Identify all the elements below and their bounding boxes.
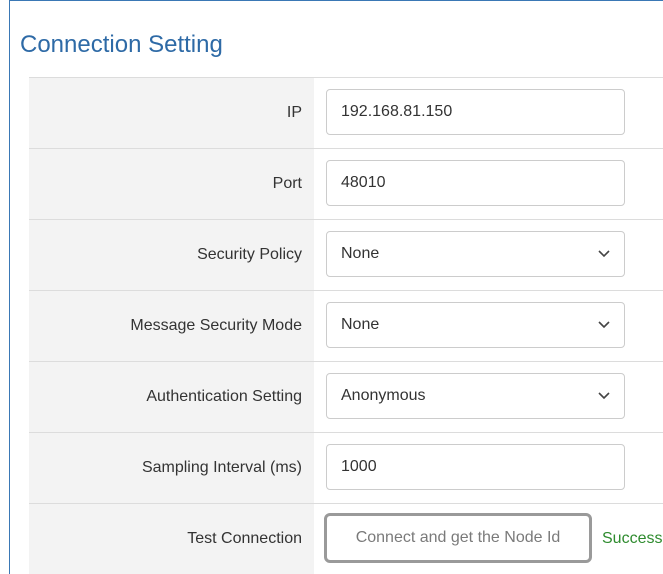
port-row: Port 48010 [29,148,663,219]
message-security-mode-label-cell: Message Security Mode [29,291,314,361]
security-policy-label-cell: Security Policy [29,220,314,290]
authentication-setting-select[interactable]: Anonymous [326,373,625,419]
security-policy-row: Security Policy None [29,219,663,290]
security-policy-label: Security Policy [197,246,302,263]
authentication-setting-value: Anonymous [341,387,426,404]
port-label-cell: Port [29,149,314,219]
authentication-setting-label: Authentication Setting [146,388,302,405]
message-security-mode-row: Message Security Mode None [29,290,663,361]
security-policy-select[interactable]: None [326,231,625,277]
sampling-interval-row: Sampling Interval (ms) 1000 [29,432,663,503]
test-connection-label-cell: Test Connection [29,504,314,574]
ip-input[interactable]: 192.168.81.150 [326,89,625,135]
security-policy-value: None [341,245,380,262]
test-connection-label: Test Connection [187,530,302,547]
connection-setting-panel: Connection Setting IP 192.168.81.150 Por… [9,0,663,574]
sampling-interval-input[interactable]: 1000 [326,444,625,490]
sampling-interval-label-cell: Sampling Interval (ms) [29,433,314,503]
message-security-mode-value: None [341,316,380,333]
ip-row: IP 192.168.81.150 [29,77,663,148]
port-label: Port [272,175,302,192]
port-input[interactable]: 48010 [326,160,625,206]
panel-title: Connection Setting [20,31,223,58]
message-security-mode-select[interactable]: None [326,302,625,348]
test-connection-row: Test Connection Connect and get the Node… [29,503,663,574]
chevron-down-icon [598,303,610,347]
connection-status: Success [602,530,663,547]
chevron-down-icon [598,374,610,418]
authentication-setting-label-cell: Authentication Setting [29,362,314,432]
ip-label-cell: IP [29,78,314,148]
sampling-interval-label: Sampling Interval (ms) [141,459,302,476]
chevron-down-icon [598,232,610,276]
ip-label: IP [286,104,302,121]
message-security-mode-label: Message Security Mode [130,317,302,334]
authentication-setting-row: Authentication Setting Anonymous [29,361,663,432]
connect-and-get-node-id-button[interactable]: Connect and get the Node Id [324,513,592,563]
